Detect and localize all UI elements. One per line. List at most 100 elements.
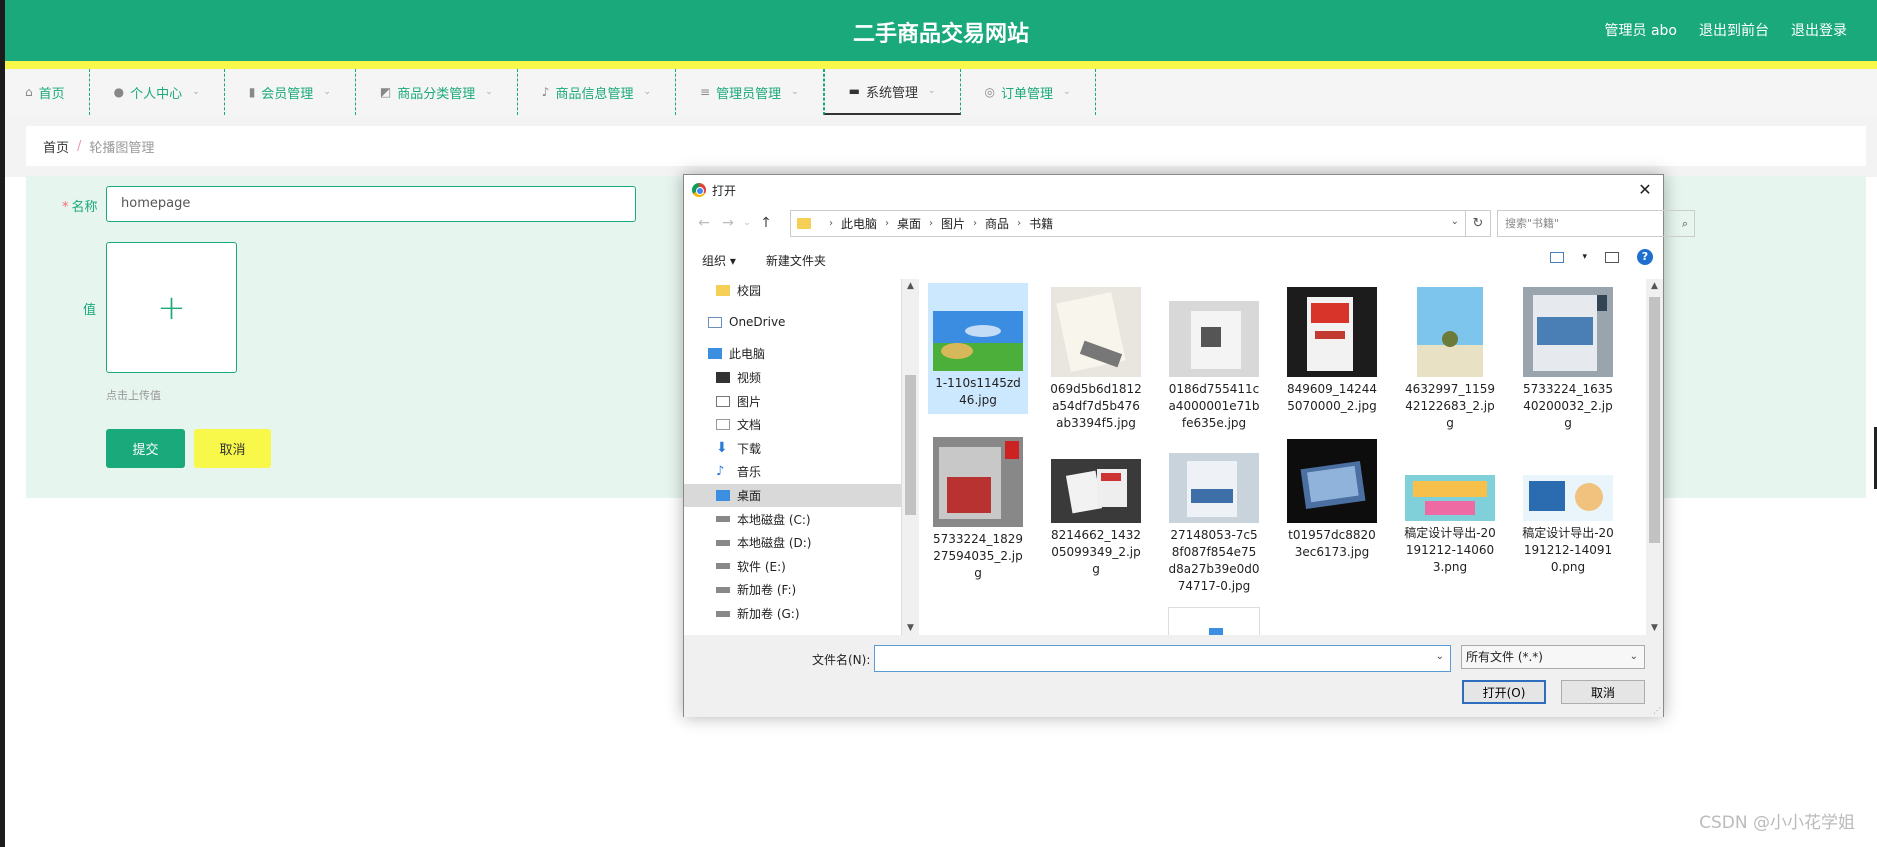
file-item[interactable] [1164,605,1264,635]
sidebar-item-videos[interactable]: 视频 [684,366,901,390]
back-to-front-link[interactable]: 退出到前台 [1699,20,1769,40]
sidebar-item-documents[interactable]: 文档 [684,413,901,437]
sidebar-item-drive-f[interactable]: 新加卷 (F:) [684,578,901,602]
sidebar-item-drive-d[interactable]: 本地磁盘 (D:) [684,531,901,555]
nav-item-members[interactable]: ▮ 会员管理 ⌄ [225,69,356,115]
file-thumbnail [1287,287,1377,377]
recent-chevron-icon[interactable]: ⌄ [740,218,754,228]
help-icon[interactable]: ? [1637,249,1653,265]
sidebar-item-pictures[interactable]: 图片 [684,389,901,413]
close-icon[interactable]: ✕ [1633,178,1657,202]
sidebar-item-drive-g[interactable]: 新加卷 (G:) [684,602,901,626]
file-item[interactable]: 稿定设计导出-20191212-140603.png [1400,433,1500,576]
filetype-select[interactable]: 所有文件 (*.*) ⌄ [1461,645,1645,669]
navigation-pane: 校园 OneDrive 此电脑 视频 图片 文档 ⬇ 下载 ♪ 音乐 桌面 本地磁盘… [684,279,902,635]
sidebar-item-label: 新加卷 (F:) [737,583,797,598]
forward-arrow-icon[interactable]: → [716,215,740,231]
view-controls: ▾ ? [1550,249,1653,265]
nav-item-system[interactable]: ▬ 系统管理 ⌄ [823,69,961,115]
upload-button[interactable]: + [106,242,237,373]
breadcrumb-home[interactable]: 首页 [43,137,69,156]
scroll-down-icon[interactable]: ▼ [902,623,919,633]
file-item[interactable]: 069d5b6d1812a54df7d5b476ab3394f5.jpg [1046,283,1146,432]
scroll-up-icon[interactable]: ▲ [902,281,919,291]
nav-item-home[interactable]: ⌂ 首页 [5,69,90,115]
sidebar-item-label: 本地磁盘 (C:) [737,512,811,527]
sidebar-item-desktop[interactable]: 桌面 [684,483,901,508]
file-list-scrollbar[interactable]: ▲ ▼ [1646,279,1663,635]
file-item[interactable]: 849609_142445070000_2.jpg [1282,283,1382,415]
scrollbar-thumb[interactable] [905,375,916,515]
nav-item-admins[interactable]: ≡ 管理员管理 ⌄ [676,69,824,115]
home-icon: ⌂ [25,85,33,99]
chevron-right-icon: › [1017,218,1022,229]
search-placeholder: 搜索"书籍" [1505,217,1560,230]
user-icon: ● [113,85,125,99]
sidebar-item-downloads[interactable]: ⬇ 下载 [684,437,901,461]
sidebar-item-this-pc[interactable]: 此电脑 [684,342,901,366]
dialog-cancel-button[interactable]: 取消 [1561,680,1645,704]
navigation-scrollbar[interactable]: ▲ ▼ [902,279,919,635]
sidebar-item-drive-c[interactable]: 本地磁盘 (C:) [684,507,901,531]
sidebar-item-music[interactable]: ♪ 音乐 [684,460,901,484]
path-segment[interactable]: 桌面 [897,215,921,232]
chevron-right-icon: › [829,218,833,229]
scrollbar-thumb[interactable] [1649,297,1660,543]
file-list: 1-110s1145zd46.jpg 069d5b6d1812a54df7d5b… [928,283,1628,635]
nav-item-personal[interactable]: ● 个人中心 ⌄ [90,69,225,115]
chevron-down-icon[interactable]: ⌄ [1451,216,1459,227]
file-item[interactable]: 8214662_143205099349_2.jpg [1046,433,1146,578]
dialog-titlebar[interactable]: 打开 ✕ [684,175,1663,205]
nav-item-label: 首页 [38,86,65,102]
file-name: 5733224_182927594035_2.jpg [933,532,1023,580]
nav-item-orders[interactable]: ◎ 订单管理 ⌄ [961,69,1096,115]
path-segment[interactable]: 书籍 [1029,215,1053,232]
preview-pane-icon[interactable] [1605,251,1619,263]
path-segment[interactable]: 此电脑 [841,215,877,232]
file-item[interactable]: 5733224_182927594035_2.jpg [928,433,1028,582]
cancel-button[interactable]: 取消 [194,429,271,468]
nav-item-product[interactable]: ♪ 商品信息管理 ⌄ [518,69,676,115]
search-input[interactable]: 搜索"书籍" ⌕ [1497,210,1695,237]
file-item[interactable]: 0186d755411ca4000001e71bfe635e.jpg [1164,283,1264,432]
chevron-down-icon[interactable]: ▾ [1582,252,1587,262]
back-arrow-icon[interactable]: ← [692,215,716,231]
drive-icon [716,586,730,593]
dialog-footer: 文件名(N): ⌄ 所有文件 (*.*) ⌄ 打开(O) 取消 ⋰ [684,635,1663,717]
organize-menu[interactable]: 组织 ▾ [702,252,736,269]
submit-button[interactable]: 提交 [106,429,185,468]
resize-grip-icon[interactable]: ⋰ [1653,706,1661,715]
chevron-down-icon[interactable]: ⌄ [1436,651,1444,662]
logout-link[interactable]: 退出登录 [1791,20,1847,40]
filename-input[interactable]: ⌄ [874,645,1451,672]
scroll-down-icon[interactable]: ▼ [1646,623,1663,633]
nav-item-category[interactable]: ◩ 商品分类管理 ⌄ [356,69,518,115]
desktop-icon [716,490,730,502]
breadcrumb: 首页 / 轮播图管理 [26,126,1866,166]
value-label: 值 [83,303,97,318]
header: 二手商品交易网站 管理员 abo 退出到前台 退出登录 [5,0,1877,61]
sidebar-item-drive-e[interactable]: 软件 (E:) [684,555,901,579]
path-segment[interactable]: 商品 [985,215,1009,232]
address-row: ← → ⌄ ↑ › 此电脑 › 桌面 › 图片 › 商品 › 书籍 ⌄ ↻ 搜索… [684,205,1695,241]
address-bar[interactable]: › 此电脑 › 桌面 › 图片 › 商品 › 书籍 ⌄ [790,210,1466,237]
refresh-icon[interactable]: ↻ [1466,210,1491,237]
file-item[interactable]: 1-110s1145zd46.jpg [928,283,1028,414]
nav-item-label: 商品信息管理 [555,86,634,102]
file-item[interactable]: t01957dc88203ec6173.jpg [1282,433,1382,561]
sidebar-item-onedrive[interactable]: OneDrive [684,311,901,335]
path-segment[interactable]: 图片 [941,215,965,232]
scroll-up-icon[interactable]: ▲ [1646,281,1663,291]
header-accent-strip [5,61,1877,69]
new-folder-button[interactable]: 新建文件夹 [766,252,826,269]
view-mode-icon[interactable] [1550,251,1565,263]
up-arrow-icon[interactable]: ↑ [754,215,778,231]
open-button[interactable]: 打开(O) [1462,680,1546,704]
file-item[interactable]: 27148053-7c58f087f854e75d8a27b39e0d07471… [1164,433,1264,595]
file-item[interactable]: 4632997_115942122683_2.jpg [1400,283,1500,432]
file-item[interactable]: 稿定设计导出-20191212-140910.png [1518,433,1618,576]
sidebar-item-campus[interactable]: 校园 [684,279,901,303]
name-input[interactable]: homepage [106,186,636,222]
file-item[interactable]: 5733224_163540200032_2.jpg [1518,283,1618,432]
